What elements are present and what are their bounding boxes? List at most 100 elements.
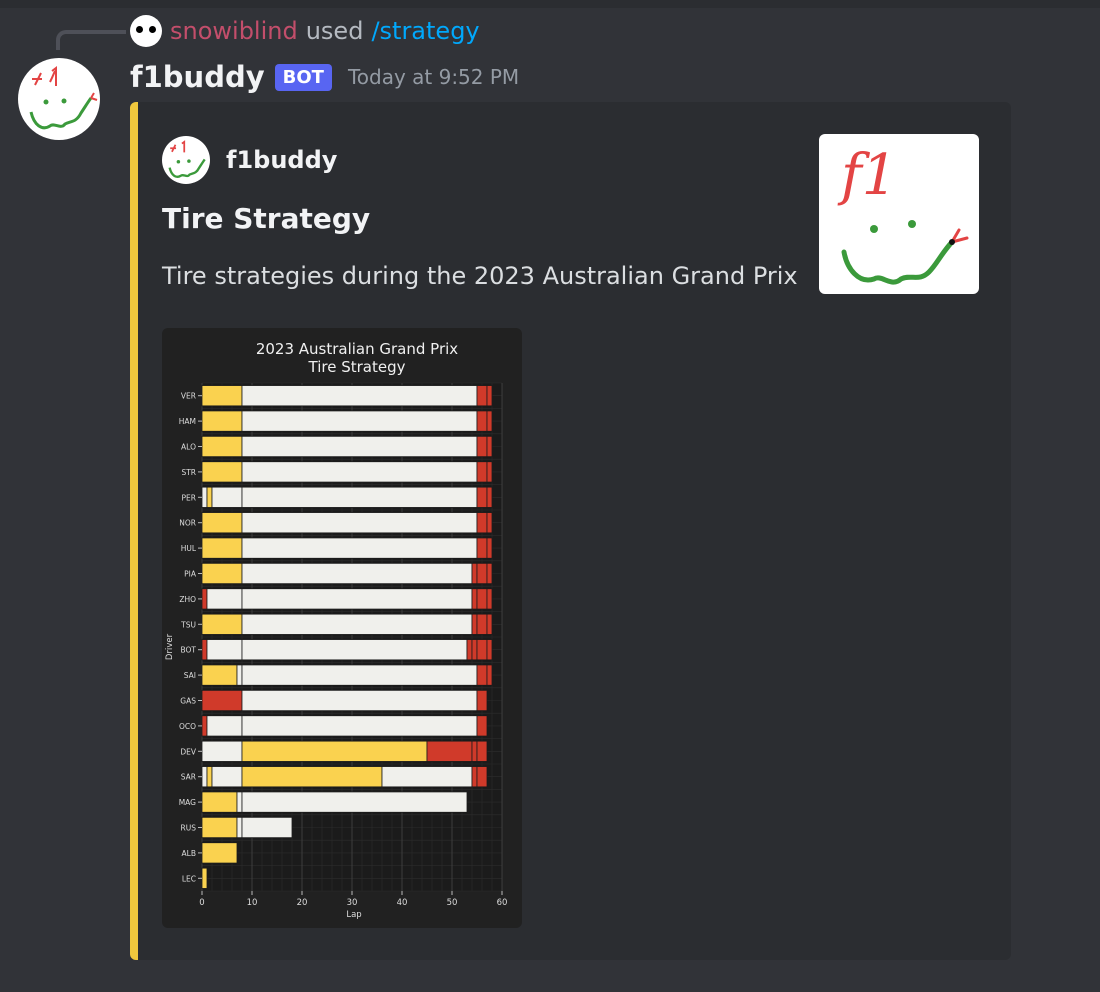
reply-username[interactable]: snowiblind <box>170 17 298 45</box>
author-name[interactable]: f1buddy <box>130 60 265 94</box>
stint-bar <box>201 435 243 458</box>
y-axis-label: Driver <box>165 633 175 660</box>
stint-bar <box>241 435 478 458</box>
driver-label: LEC <box>182 874 196 883</box>
stint-bar <box>486 639 493 661</box>
stint-bar <box>476 639 488 661</box>
stint-bar <box>471 766 478 788</box>
stint-bar <box>206 715 243 737</box>
stint-bar <box>201 639 208 661</box>
driver-label: MAG <box>179 798 196 807</box>
driver-label: VER <box>181 392 196 401</box>
reply-command[interactable]: /strategy <box>371 17 479 45</box>
reply-connector <box>56 30 126 50</box>
reply-avatar[interactable] <box>130 15 162 47</box>
stint-bar <box>201 740 243 762</box>
stint-bar <box>241 664 478 686</box>
strategy-chart-svg: 0 10 20 30 40 50 60 VER HAM ALO STR PER NOR HUL PIA ZHO… <box>165 340 508 920</box>
stint-bar <box>201 537 243 559</box>
stint-bar <box>486 664 493 686</box>
stint-bar <box>201 613 243 635</box>
thumbnail-image: f1 <box>837 143 969 285</box>
chart-title: 2023 Australian Grand Prix <box>256 340 458 358</box>
stint-bar <box>241 816 293 839</box>
stint-bar <box>476 512 488 534</box>
embed-description: Tire strategies during the 2023 Australi… <box>162 262 798 290</box>
embed: f1buddy Tire Strategy Tire strategies du… <box>130 102 1011 960</box>
stint-bar <box>486 410 493 432</box>
stint-bar <box>236 664 243 686</box>
stint-bar <box>476 664 488 686</box>
strategy-chart[interactable]: 0 10 20 30 40 50 60 VER HAM ALO STR PER NOR HUL PIA ZHO… <box>162 328 522 928</box>
stint-bar <box>206 588 243 610</box>
embed-author-name[interactable]: f1buddy <box>226 146 337 174</box>
stint-bar <box>381 766 473 788</box>
stint-bar <box>241 588 473 610</box>
stint-bar <box>201 664 238 686</box>
stint-bar <box>201 562 243 585</box>
stint-bar <box>471 613 478 635</box>
stint-bar <box>476 562 488 585</box>
x-tick-label: 20 <box>297 898 308 908</box>
stint-bar <box>426 740 473 762</box>
stint-bar <box>486 512 493 534</box>
f1buddy-face-icon <box>168 140 206 178</box>
stint-bar <box>486 613 493 635</box>
stint-bar <box>476 537 488 559</box>
stint-bar <box>466 639 473 661</box>
stint-bar <box>201 689 243 712</box>
stint-bar <box>476 385 488 407</box>
stint-bar <box>486 486 493 508</box>
stint-bar <box>471 562 478 585</box>
driver-label: DEV <box>180 747 197 756</box>
x-tick-label: 40 <box>397 898 408 908</box>
embed-author-icon <box>162 136 210 184</box>
embed-title: Tire Strategy <box>162 202 371 235</box>
avatar[interactable] <box>18 58 100 140</box>
stint-bar <box>476 588 488 610</box>
timestamp[interactable]: Today at 9:52 PM <box>348 65 519 89</box>
stint-bar <box>241 512 478 534</box>
stint-bar <box>476 410 488 432</box>
stint-bar <box>486 537 493 559</box>
stint-bar <box>206 766 213 788</box>
stint-bar <box>486 461 493 483</box>
stint-bar <box>201 385 243 407</box>
stint-bar <box>211 766 243 788</box>
stint-bar <box>236 816 243 839</box>
stint-bar <box>201 461 243 483</box>
stint-bar <box>201 715 208 737</box>
driver-label: TSU <box>180 620 196 629</box>
reply-used-text: used <box>305 17 364 45</box>
driver-label: PIA <box>184 570 197 579</box>
driver-label: HUL <box>181 544 197 553</box>
stint-bar <box>476 486 488 508</box>
driver-label: NOR <box>179 519 196 528</box>
x-tick-label: 60 <box>497 898 508 908</box>
stint-bar <box>241 715 478 737</box>
stint-bar <box>201 486 208 508</box>
stint-bar <box>476 740 488 762</box>
stint-bar <box>476 613 488 635</box>
stint-bar <box>236 791 243 813</box>
embed-thumbnail[interactable]: f1 <box>819 134 979 294</box>
driver-label: SAI <box>184 671 196 680</box>
stint-bar <box>201 766 208 788</box>
message-header: f1buddy BOT Today at 9:52 PM <box>130 60 519 94</box>
driver-label: OCO <box>179 722 196 731</box>
stint-bar <box>201 588 208 610</box>
stint-bar <box>241 639 468 661</box>
stint-bar <box>211 486 243 508</box>
stint-bar <box>476 689 488 712</box>
f1buddy-face-icon <box>29 66 98 130</box>
top-separator <box>0 0 1100 8</box>
driver-label: STR <box>181 468 196 477</box>
x-tick-label: 30 <box>347 898 358 908</box>
driver-label: GAS <box>180 697 196 706</box>
bottom-area <box>0 966 1100 992</box>
stint-bar <box>241 740 428 762</box>
driver-label: ALB <box>182 849 196 858</box>
stint-bar <box>486 562 493 585</box>
stint-bar <box>201 512 243 534</box>
command-reply-line: snowiblind used /strategy <box>130 14 480 48</box>
